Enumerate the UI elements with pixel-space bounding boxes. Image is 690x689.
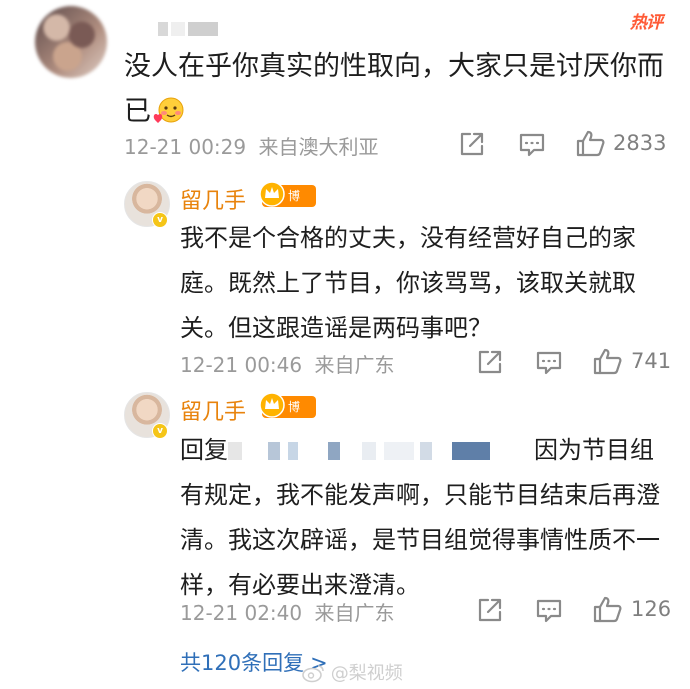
reply-meta: 12-21 02:40 来自广东 (180, 597, 394, 626)
crown-icon (259, 181, 285, 207)
reply-time: 12-21 00:46 (180, 353, 303, 377)
blush-emoji-icon (151, 95, 187, 125)
like-icon[interactable] (576, 129, 606, 157)
reply-author-name[interactable]: 留几手 (180, 183, 246, 215)
comment-icon[interactable] (535, 598, 563, 624)
reply-source: 来自广东 (314, 353, 395, 377)
reply-source: 来自广东 (314, 601, 395, 625)
more-replies-label: 共120条回复 (180, 651, 305, 675)
verified-icon: v (152, 212, 168, 228)
reply-prefix: 回复 (180, 436, 228, 464)
reply-text: 我不是个合格的丈夫，没有经营好自己的家庭。既然上了节目，你该骂骂，该取关就取关。… (180, 224, 636, 342)
crown-icon (259, 392, 285, 418)
blogger-badge: 博主 (259, 392, 316, 436)
comment-icon[interactable] (518, 132, 546, 158)
verified-icon: v (152, 423, 168, 439)
hot-comment-badge: 热评 (630, 13, 663, 33)
share-icon[interactable] (477, 597, 503, 623)
comment-text: 没人在乎你真实的性取向，大家只是讨厌你而已 (124, 44, 664, 134)
like-icon[interactable] (593, 347, 623, 375)
reply-time: 12-21 02:40 (180, 601, 303, 625)
comment-icon[interactable] (535, 350, 563, 376)
watermark-text: @梨视频 (330, 663, 403, 684)
commenter-username-blurred[interactable] (158, 18, 238, 36)
watermark: @梨视频 (301, 659, 403, 685)
like-icon[interactable] (593, 595, 623, 623)
share-icon[interactable] (477, 349, 503, 375)
reply-text: 回复 因为节目组有规定，我不能发声啊，只能节目结束后再澄清。我这次辟谣，是节目组… (180, 428, 670, 608)
reply-meta: 12-21 00:46 来自广东 (180, 349, 394, 378)
reply-author-name[interactable]: 留几手 (180, 394, 246, 426)
commenter-avatar[interactable] (35, 6, 107, 78)
comment-like-count: 2833 (613, 131, 667, 155)
reply-like-count: 741 (631, 349, 672, 373)
comment-meta: 12-21 00:29 来自澳大利亚 (124, 131, 378, 160)
reply-like-count: 126 (631, 597, 672, 621)
comment-text-content: 没人在乎你真实的性取向，大家只是讨厌你而已 (124, 51, 664, 127)
blogger-badge: 博主 (259, 181, 316, 225)
comment-source: 来自澳大利亚 (258, 135, 379, 159)
comment-time: 12-21 00:29 (124, 135, 247, 159)
weibo-logo-icon (302, 665, 324, 683)
share-icon[interactable] (459, 131, 485, 157)
mentioned-username-blurred[interactable] (228, 428, 534, 473)
